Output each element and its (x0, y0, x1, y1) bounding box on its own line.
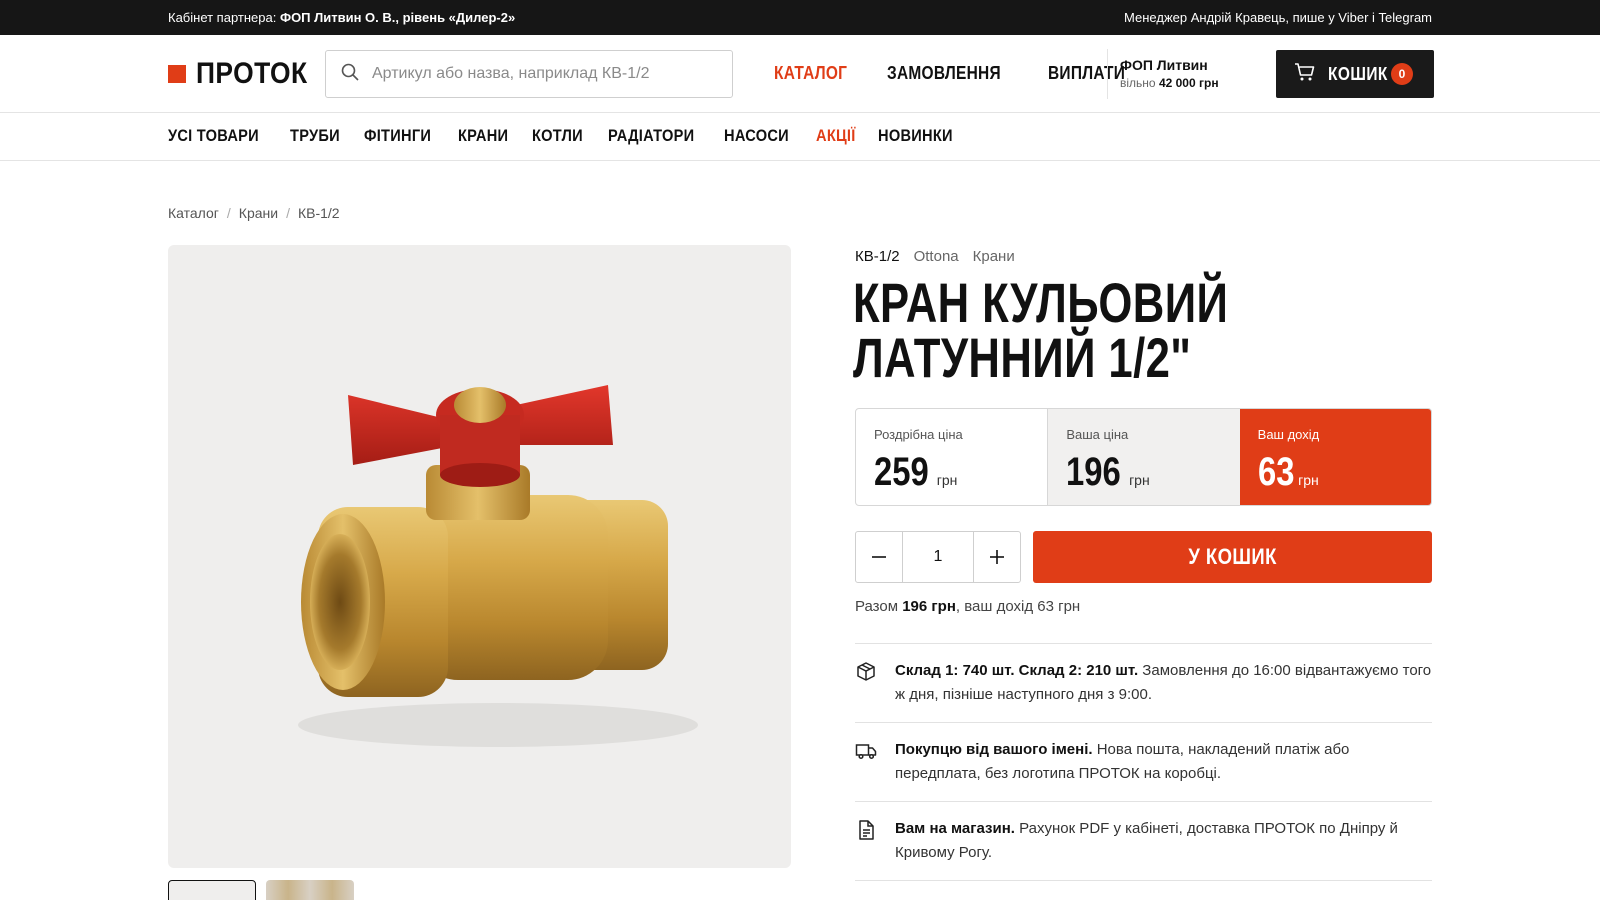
quantity-decrease-button[interactable] (856, 532, 903, 582)
your-price-value: 196 (1066, 450, 1122, 494)
partner-prefix: Кабінет партнера: (168, 10, 277, 25)
cart-icon (1294, 62, 1316, 87)
logo-text: ПРОТОК (196, 57, 308, 90)
cart-button[interactable]: КОШИК 0 (1276, 50, 1434, 98)
main-nav: КАТАЛОГ ЗАМОВЛЕННЯ ВИПЛАТИ (774, 63, 1137, 84)
partner-topbar: Кабінет партнера: ФОП Литвин О. В., ріве… (0, 0, 1600, 35)
delivery-info: Склад 1: 740 шт. Склад 2: 210 шт. Замовл… (855, 643, 1432, 881)
ball-valve-image (298, 385, 698, 747)
income-value: 63 (1257, 450, 1295, 494)
currency: грн (1129, 472, 1150, 488)
breadcrumb-catalog[interactable]: Каталог (168, 205, 219, 221)
currency: грн (936, 472, 958, 488)
category-all[interactable]: УСІ ТОВАРИ (168, 126, 274, 146)
account-summary[interactable]: ФОП Литвин вільно 42 000 грн (1120, 57, 1219, 90)
retail-price-label: Роздрібна ціна (874, 427, 963, 442)
breadcrumb-current: КВ-1/2 (297, 205, 340, 221)
product-title: КРАН КУЛЬОВИЙ ЛАТУННИЙ 1/2" (853, 271, 1461, 389)
logo-mark-icon (168, 65, 186, 83)
account-name: ФОП Литвин (1120, 57, 1208, 73)
total-income: , ваш дохід 63 грн (955, 598, 1081, 615)
price-panel: Роздрібна ціна 259 грн Ваша ціна 196 грн В… (855, 408, 1432, 506)
category-new[interactable]: НОВИНКИ (878, 126, 965, 146)
balance-label: вільно (1120, 76, 1156, 90)
category-fittings[interactable]: ФІТИНГИ (364, 126, 442, 146)
manager-info: Менеджер Андрій Кравець, пише у Viber і … (1124, 10, 1432, 25)
your-price-box: Ваша ціна 196 грн (1047, 409, 1240, 505)
nav-orders[interactable]: ЗАМОВЛЕННЯ (887, 63, 1001, 84)
search-icon (340, 62, 360, 87)
category-pipes[interactable]: ТРУБИ (290, 126, 348, 146)
nav-catalog[interactable]: КАТАЛОГ (774, 63, 847, 84)
product-title-line1: КРАН КУЛЬОВИЙ (853, 271, 1229, 334)
total-value: 196 грн (902, 598, 956, 615)
income-label: Ваш дохід (1257, 427, 1320, 442)
document-icon (855, 819, 877, 841)
product-image[interactable] (168, 245, 791, 868)
shipping-info-bold: Покупцю від вашого імені. (895, 741, 1093, 758)
invoice-info-row: Вам на магазин. Рахунок PDF у кабінеті, … (855, 801, 1432, 881)
category-boilers[interactable]: КОТЛИ (532, 126, 591, 146)
box-icon (855, 661, 877, 683)
plus-icon (990, 550, 1004, 564)
your-price-label: Ваша ціна (1066, 427, 1129, 442)
quantity-increase-button[interactable] (973, 532, 1020, 582)
income-box: Ваш дохід 63 грн (1239, 409, 1431, 505)
breadcrumb-separator: / (226, 205, 231, 221)
thumbnail-1[interactable] (168, 880, 256, 900)
currency: грн (1298, 472, 1319, 488)
product-category[interactable]: Крани (973, 248, 1015, 265)
category-promotions[interactable]: АКЦІЇ (816, 126, 862, 146)
balance-value: 42 000 грн (1158, 76, 1219, 90)
site-header: ПРОТОК КАТАЛОГ ЗАМОВЛЕННЯ ВИПЛАТИ ФОП Ли… (0, 35, 1600, 113)
quantity-stepper (855, 531, 1021, 583)
breadcrumb-separator: / (286, 205, 290, 221)
cart-count-badge: 0 (1391, 63, 1413, 85)
retail-price-box: Роздрібна ціна 259 грн (856, 409, 1047, 505)
product-brand[interactable]: Ottona (914, 248, 959, 265)
stock-info-bold: Склад 1: 740 шт. Склад 2: 210 шт. (895, 662, 1139, 679)
image-thumbnails (168, 880, 354, 900)
category-pumps[interactable]: НАСОСИ (724, 126, 800, 146)
search-box (325, 50, 733, 98)
category-valves[interactable]: КРАНИ (458, 126, 517, 146)
thumbnail-2[interactable] (266, 880, 354, 900)
partner-info: Кабінет партнера: ФОП Литвин О. В., ріве… (168, 10, 515, 25)
header-divider (1107, 49, 1108, 99)
product-sku: КВ-1/2 (855, 248, 900, 265)
category-radiators[interactable]: РАДІАТОРИ (608, 126, 708, 146)
product-meta: КВ-1/2 Ottona Крани (855, 248, 1015, 265)
category-nav: УСІ ТОВАРИ ТРУБИ ФІТИНГИ КРАНИ КОТЛИ РАД… (0, 113, 1600, 161)
total-prefix: Разом (855, 598, 899, 615)
account-balance: вільно 42 000 грн (1120, 76, 1219, 90)
minus-icon (872, 556, 886, 558)
stock-info-row: Склад 1: 740 шт. Склад 2: 210 шт. Замовл… (855, 643, 1432, 722)
search-input[interactable] (372, 65, 722, 83)
shipping-info-row: Покупцю від вашого імені. Нова пошта, на… (855, 722, 1432, 801)
retail-price-value: 259 (874, 450, 929, 494)
breadcrumb: Каталог / Крани / КВ-1/2 (168, 205, 340, 221)
truck-icon (855, 740, 877, 762)
invoice-info-bold: Вам на магазин. (895, 820, 1015, 837)
product-title-line2: ЛАТУННИЙ 1/2" (853, 326, 1192, 389)
logo[interactable]: ПРОТОК (168, 57, 323, 90)
order-total: Разом 196 грн, ваш дохід 63 грн (855, 598, 1080, 615)
breadcrumb-valves[interactable]: Крани (239, 205, 278, 221)
add-to-cart-button[interactable]: У КОШИК (1033, 531, 1432, 583)
nav-payouts[interactable]: ВИПЛАТИ (1048, 63, 1125, 84)
partner-name: ФОП Литвин О. В., рівень «Дилер-2» (279, 10, 516, 25)
cart-label: КОШИК (1328, 63, 1388, 84)
quantity-input[interactable] (903, 532, 973, 582)
